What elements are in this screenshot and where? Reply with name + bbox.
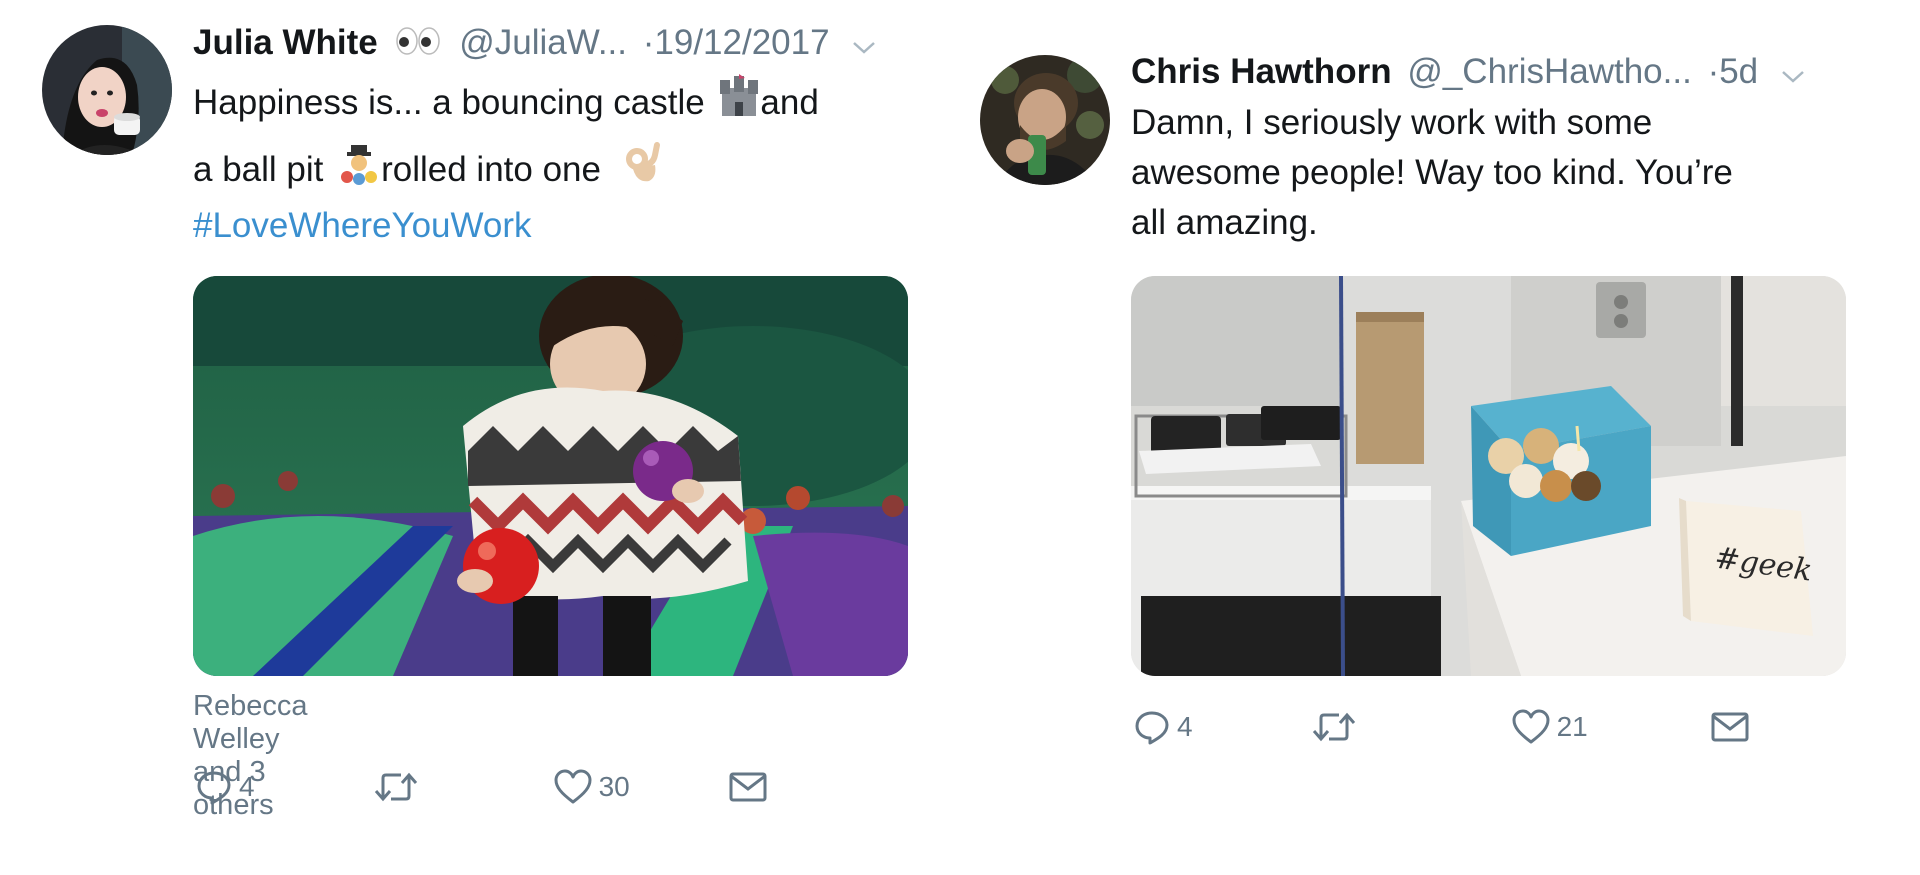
reply-icon [1135, 711, 1169, 745]
castle-emoji [718, 74, 760, 135]
reply-count: 4 [1177, 711, 1193, 742]
handle[interactable]: @_ChrisHawtho... [1407, 52, 1692, 91]
retweet-button[interactable] [373, 768, 425, 806]
tweet-media-image[interactable] [193, 276, 908, 676]
like-button[interactable]: 30 [553, 768, 630, 806]
separator: · [642, 23, 655, 62]
chevron-down-icon[interactable] [851, 24, 877, 66]
reply-button[interactable]: 4 [195, 768, 255, 806]
heart-icon [554, 769, 592, 804]
retweet-icon [1312, 712, 1355, 742]
reply-button[interactable]: 4 [1133, 708, 1193, 746]
tweet-actions: 4 30 [195, 768, 768, 806]
text-line: and [760, 82, 819, 122]
text-line: Happiness is... a bouncing castle [193, 82, 705, 122]
ok-hand-emoji [623, 141, 663, 202]
text-line: all amazing. [1131, 203, 1318, 242]
reply-icon [197, 771, 231, 805]
text-line: Damn, I seriously work with some [1131, 103, 1653, 142]
direct-message-button[interactable] [728, 770, 768, 804]
tweet-text: Damn, I seriously work with some awesome… [1131, 98, 1891, 248]
direct-message-button[interactable] [1710, 710, 1750, 744]
tweet-actions: 4 21 [1133, 708, 1750, 746]
retweet-icon [374, 772, 417, 802]
text-line: awesome people! Way too kind. You’re [1131, 153, 1733, 192]
eyes-emoji [395, 24, 441, 66]
display-name[interactable]: Chris Hawthorn [1131, 52, 1392, 91]
timestamp[interactable]: 19/12/2017 [654, 23, 829, 62]
avatar[interactable] [42, 25, 172, 155]
reply-count: 4 [239, 771, 255, 802]
display-name[interactable]: Julia White [193, 23, 378, 62]
text-line: rolled into one [381, 149, 601, 189]
hashtag-link[interactable]: #LoveWhereYouWork [193, 206, 532, 245]
heart-icon [1512, 709, 1550, 744]
like-button[interactable]: 21 [1511, 708, 1588, 746]
avatar[interactable] [980, 55, 1110, 185]
timestamp[interactable]: 5d [1719, 52, 1758, 91]
handle[interactable]: @JuliaW... [459, 23, 627, 62]
ball-pit-emoji [337, 141, 381, 202]
chevron-down-icon[interactable] [1780, 53, 1806, 95]
mail-icon [729, 772, 767, 802]
separator: · [1707, 52, 1720, 91]
tweet-text: Happiness is... a bouncing castle and a … [193, 74, 953, 254]
tweet-header: Julia White @JuliaW... ·19/12/2017 [193, 22, 877, 66]
text-line: a ball pit [193, 149, 324, 189]
tweet-header: Chris Hawthorn @_ChrisHawtho... ·5d [1131, 51, 1806, 95]
like-count: 30 [598, 771, 630, 802]
mail-icon [1711, 712, 1749, 742]
retweet-button[interactable] [1311, 708, 1363, 746]
like-count: 21 [1556, 711, 1588, 742]
tweet-media-image[interactable]: #geek [1131, 276, 1846, 676]
